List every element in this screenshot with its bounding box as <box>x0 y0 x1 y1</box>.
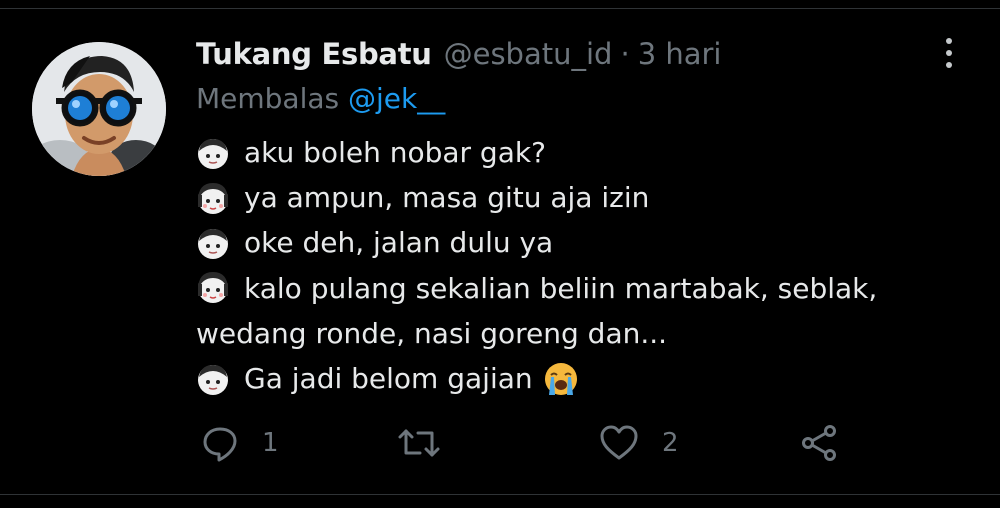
tweet-line-wrapped: kalo pulang sekalian beliin martabak, se… <box>196 265 936 356</box>
boy-face-icon <box>198 138 228 169</box>
tweet-header: Tukang Esbatu @esbatu_id · 3 hari <box>196 34 722 74</box>
girl-face-icon <box>198 182 228 214</box>
tweet-line: oke deh, jalan dulu ya <box>196 220 936 265</box>
tweet-timestamp[interactable]: 3 hari <box>638 37 722 71</box>
reply-context: Membalas @jek__ <box>196 82 445 115</box>
reply-icon <box>203 427 237 462</box>
tweet-line-text: kalo pulang sekalian beliin martabak, se… <box>196 272 878 350</box>
author-handle[interactable]: @esbatu_id <box>444 37 613 71</box>
boy-face-icon <box>198 364 228 395</box>
tweet-line: Ga jadi belom gajian <box>196 356 936 401</box>
tweet-line-text: Ga jadi belom gajian <box>244 362 533 395</box>
tweet-line: kalo pulang sekalian beliin martabak, se… <box>196 265 936 356</box>
reply-button[interactable]: 1 <box>200 418 279 468</box>
like-button[interactable]: 2 <box>598 418 679 468</box>
heart-icon <box>600 425 638 460</box>
tweet-line-text: aku boleh nobar gak? <box>244 136 546 169</box>
tweet-actions: 1 2 <box>196 418 856 468</box>
retweet-button[interactable] <box>396 418 464 468</box>
boy-face-icon <box>198 228 228 259</box>
avatar[interactable] <box>32 42 166 176</box>
tweet-line: ya ampun, masa gitu aja izin <box>196 175 936 220</box>
share-icon <box>802 425 836 461</box>
tweet-line: aku boleh nobar gak? <box>196 130 936 175</box>
tweet-line-text: ya ampun, masa gitu aja izin <box>244 181 650 214</box>
retweet-icon <box>398 429 440 457</box>
like-count: 2 <box>662 428 679 458</box>
reply-prefix: Membalas <box>196 82 340 115</box>
reply-count: 1 <box>262 428 279 458</box>
girl-face-icon <box>198 272 228 303</box>
author-name[interactable]: Tukang Esbatu <box>196 37 432 71</box>
tweet-text: aku boleh nobar gak? ya ampun, masa gitu… <box>196 130 936 401</box>
avatar-image <box>32 42 166 176</box>
bottom-divider <box>0 494 1000 495</box>
header-separator: · <box>620 37 630 71</box>
share-button[interactable] <box>800 418 840 468</box>
loudly-crying-face-icon <box>544 362 577 395</box>
top-divider <box>0 8 1000 9</box>
tweet-line-text: oke deh, jalan dulu ya <box>244 226 554 259</box>
more-vertical-icon[interactable] <box>934 36 964 70</box>
reply-handle-link[interactable]: @jek__ <box>348 82 445 115</box>
